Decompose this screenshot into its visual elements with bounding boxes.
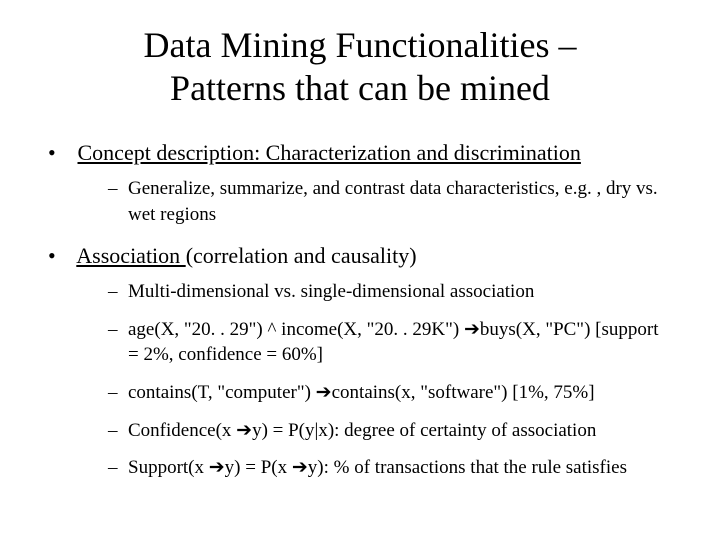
sub-item: Confidence(x ➔y) = P(y|x): degree of cer… (108, 418, 672, 444)
slide: Data Mining Functionalities – Patterns t… (0, 0, 720, 540)
sub-item: Generalize, summarize, and contrast data… (108, 176, 672, 227)
title-line-2: Patterns that can be mined (170, 68, 550, 108)
slide-title: Data Mining Functionalities – Patterns t… (48, 24, 672, 110)
bullet-heading-rest: (correlation and causality) (186, 243, 417, 268)
sub-list: Multi-dimensional vs. single-dimensional… (72, 279, 672, 481)
sub-item: Multi-dimensional vs. single-dimensional… (108, 279, 672, 305)
bullet-association: Association (correlation and causality) … (48, 241, 672, 481)
sub-list: Generalize, summarize, and contrast data… (72, 176, 672, 227)
sub-item: contains(T, "computer") ➔contains(x, "so… (108, 380, 672, 406)
title-line-1: Data Mining Functionalities – (144, 25, 577, 65)
bullet-concept-description: Concept description: Characterization an… (48, 138, 672, 227)
bullet-list: Concept description: Characterization an… (48, 138, 672, 481)
bullet-heading-underlined: Concept description: Characterization an… (78, 140, 581, 165)
sub-item: Support(x ➔y) = P(x ➔y): % of transactio… (108, 455, 672, 481)
bullet-heading-underlined: Association (76, 243, 185, 268)
sub-item: age(X, "20. . 29") ^ income(X, "20. . 29… (108, 317, 672, 368)
